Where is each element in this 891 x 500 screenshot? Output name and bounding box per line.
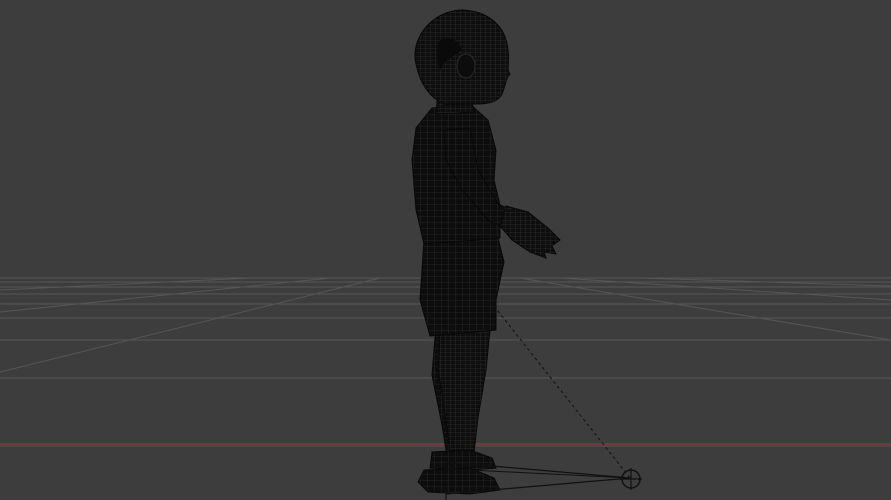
3d-viewport[interactable] (0, 0, 891, 500)
foot-ik-target-icon[interactable] (620, 468, 642, 490)
viewport-canvas[interactable] (0, 0, 891, 500)
hand (499, 205, 561, 259)
shorts (419, 237, 505, 337)
ear (456, 53, 476, 79)
child-character-mesh[interactable] (411, 9, 561, 495)
back-foot (429, 449, 497, 471)
